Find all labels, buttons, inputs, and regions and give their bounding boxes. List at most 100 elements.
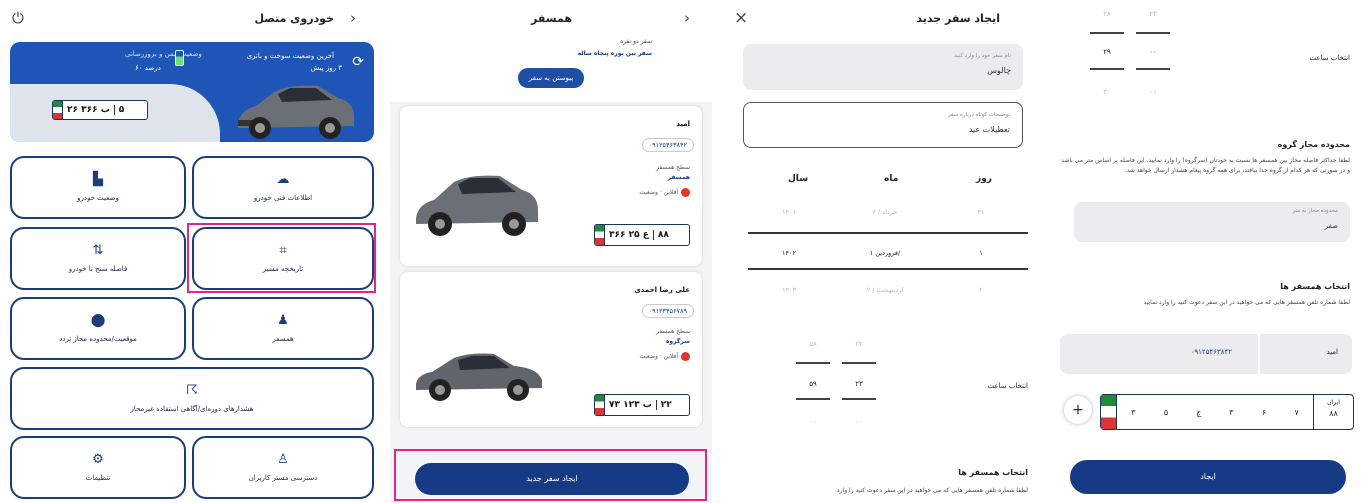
tile-user-access[interactable]: ♙ دسترسی مستر کاربران xyxy=(192,436,374,499)
minute-option[interactable]: ۰۰ xyxy=(796,418,830,426)
submit-button[interactable]: ایجاد xyxy=(1070,460,1346,494)
back-icon[interactable]: ‹ xyxy=(350,9,356,27)
year-header: سال xyxy=(788,174,809,184)
license-plate: ۲۶ ب ۳۶۶ ۵ xyxy=(52,100,148,120)
hour-selected[interactable]: ۰۰ xyxy=(1136,48,1170,56)
field-value: صفر xyxy=(1324,222,1338,230)
field-label: محدوده مجاز به متر xyxy=(1292,208,1338,214)
plate-digit[interactable]: ۷ xyxy=(1280,408,1313,417)
picker-divider xyxy=(748,268,1028,270)
tile-companion[interactable]: ♟ همسفر xyxy=(192,297,374,360)
offline-dot-icon xyxy=(681,352,690,361)
tile-label: موقعیت/محدوده مجاز تردد xyxy=(59,335,137,343)
plate-number: ۷۳ ب ۱۲۳ xyxy=(609,400,652,410)
role-value: سرگروه xyxy=(665,338,690,345)
tile-label: فاصله سنج تا خودرو xyxy=(68,265,128,273)
companion-phone[interactable]: ۰۹۱۲۵۴۶۳۸۴۲ xyxy=(641,138,694,152)
plate-digit[interactable]: ۵ xyxy=(1150,408,1183,417)
plate-input[interactable]: ۳ ۵ ج ۳ ۶ ۷ ایران ۸۸ xyxy=(1100,394,1354,430)
day-option[interactable]: ۳۱ xyxy=(946,208,1016,216)
distance-field[interactable]: محدوده مجاز به متر صفر xyxy=(1074,202,1350,242)
plate-number: ۳۶۶ ع ۲۵ xyxy=(609,230,649,240)
tile-tech-info[interactable]: ☁ اطلاعات فنی خودرو xyxy=(192,156,374,219)
minute-option[interactable]: ۲۸ xyxy=(1090,10,1124,18)
minute-selected[interactable]: ۵۹ xyxy=(796,380,830,388)
percent-label: ۶۰ درصد xyxy=(135,64,161,72)
hour-option[interactable]: ۲۳ xyxy=(1136,10,1170,18)
header: ‹ خودروی متصل ⏻ xyxy=(0,0,384,36)
header: ‹ همسفر xyxy=(390,0,712,36)
tile-settings[interactable]: ⚙ تنظیمات xyxy=(10,436,186,499)
join-trip-button[interactable]: پیوستن به سفر xyxy=(518,68,584,88)
month-option[interactable]: اردیبهشت / ۲ xyxy=(850,286,920,294)
plate-digit[interactable]: ۳ xyxy=(1215,408,1248,417)
group-range-text: لطفا حداکثر فاصله مجاز بین همسفر ها نسبت… xyxy=(1061,157,1350,174)
group-range-title: محدوده مجاز گروه xyxy=(1277,140,1350,149)
tile-car-status[interactable]: ▙ وضعیت خودرو xyxy=(10,156,186,219)
vehicle-banner: ⟳ آخرین وضعیت سوخت و باتری ۳ روز پیش وضع… xyxy=(10,42,374,142)
plate-number: ۲۶ ب ۳۶۶ xyxy=(67,105,110,115)
status-value: آفلاین xyxy=(663,189,678,196)
plate-code: ۲۲ xyxy=(655,400,676,410)
create-trip-button[interactable]: ایجاد سفر جدید xyxy=(415,463,689,495)
tile-distance-meter[interactable]: ⇅ فاصله سنج تا خودرو xyxy=(10,227,186,290)
offline-dot-icon xyxy=(681,188,690,197)
tile-label: تنظیمات xyxy=(85,474,111,482)
status-row: آفلاین · وضعیت xyxy=(639,352,690,361)
minute-selected[interactable]: ۲۹ xyxy=(1090,48,1124,56)
tile-alerts[interactable]: ☈ هشدارهای دوره‌ای/آگاهی استفاده غیرمجاز xyxy=(10,367,374,430)
plate-digit[interactable]: ۶ xyxy=(1248,408,1281,417)
tile-location[interactable]: ⬤ موقعیت/محدوده مجاز تردد xyxy=(10,297,186,360)
add-button[interactable]: + xyxy=(1064,396,1092,424)
day-selected[interactable]: ۱ xyxy=(946,249,1016,257)
companion-name: علی رضا احمدی xyxy=(634,286,690,294)
flag-icon xyxy=(1101,395,1117,429)
trip-name: سفر بین پوره پنجاه ساله xyxy=(577,50,652,57)
day-option[interactable]: ۲ xyxy=(946,286,1016,294)
minute-option[interactable]: ۳۰ xyxy=(1090,88,1124,96)
refresh-icon[interactable]: ⟳ xyxy=(352,54,364,70)
plate-region[interactable]: ایران ۸۸ xyxy=(1313,395,1353,429)
flag-icon xyxy=(53,101,63,119)
tile-label: هشدارهای دوره‌ای/آگاهی استفاده غیرمجاز xyxy=(130,405,254,413)
hour-option[interactable]: ۰۰ xyxy=(842,418,876,426)
time-divider xyxy=(842,398,876,400)
status-value: آفلاین xyxy=(663,353,678,360)
hour-option[interactable]: ۲۲ xyxy=(842,340,876,348)
last-update-label: ۳ روز پیش xyxy=(310,64,342,72)
time-divider xyxy=(796,362,830,364)
power-icon[interactable]: ⏻ xyxy=(12,9,24,27)
page-title: خودروی متصل xyxy=(254,12,334,25)
hour-option[interactable]: ۰۱ xyxy=(1136,88,1170,96)
time-label: انتخاب ساعت xyxy=(987,382,1028,390)
member-row[interactable]: امید ۰۹۱۲۵۴۶۳۸۴۲ xyxy=(1060,334,1352,374)
status-row: آفلاین · وضعیت xyxy=(639,188,690,197)
trip-name-field[interactable]: نام سفر خود را وارد کنید چالوس xyxy=(743,44,1023,90)
companion-card[interactable]: امید ۰۹۱۲۵۴۶۳۸۴۲ سطح همسفر همسفر آفلاین … xyxy=(400,106,702,266)
close-icon[interactable]: × xyxy=(734,8,748,28)
plate-digit[interactable]: ج xyxy=(1182,408,1215,417)
tile-label: دسترسی مستر کاربران xyxy=(248,474,318,482)
member-phone: ۰۹۱۲۵۴۶۳۸۴۲ xyxy=(1190,348,1232,356)
back-icon[interactable]: ‹ xyxy=(684,9,690,27)
tile-route-history[interactable]: ⌗ تاریخچه مسیر xyxy=(192,227,374,290)
trip-sub: سفر دو نفره xyxy=(620,38,652,45)
companions-title: انتخاب همسفر ها xyxy=(1280,282,1350,291)
minute-option[interactable]: ۵۸ xyxy=(796,340,830,348)
car-image xyxy=(416,353,542,401)
hour-selected[interactable]: ۲۳ xyxy=(842,380,876,388)
year-option[interactable]: ۱۴۰۱ xyxy=(754,208,824,216)
description-field[interactable]: توضیحات کوتاه درباره سفر تعطیلات عید xyxy=(743,102,1023,148)
license-plate: ۳۶۶ ع ۲۵ ۸۸ xyxy=(594,224,690,246)
plate-digit[interactable]: ۳ xyxy=(1117,408,1150,417)
flag-icon xyxy=(595,395,605,415)
month-selected[interactable]: فروردین ۱/ xyxy=(850,249,920,257)
month-option[interactable]: خرداد / ۶ xyxy=(850,208,920,216)
header: ایجاد سفر جدید × xyxy=(718,0,1040,36)
year-option[interactable]: ۱۴۰۳ xyxy=(754,286,824,294)
companion-phone[interactable]: ۰۹۱۲۳۴۵۶۷۸۹ xyxy=(641,304,694,318)
year-selected[interactable]: ۱۴۰۲ xyxy=(754,249,824,257)
flag-icon xyxy=(595,225,605,245)
tile-label: وضعیت خودرو xyxy=(77,194,119,202)
companion-card[interactable]: علی رضا احمدی ۰۹۱۲۳۴۵۶۷۸۹ سطح همسفر سرگر… xyxy=(400,272,702,427)
